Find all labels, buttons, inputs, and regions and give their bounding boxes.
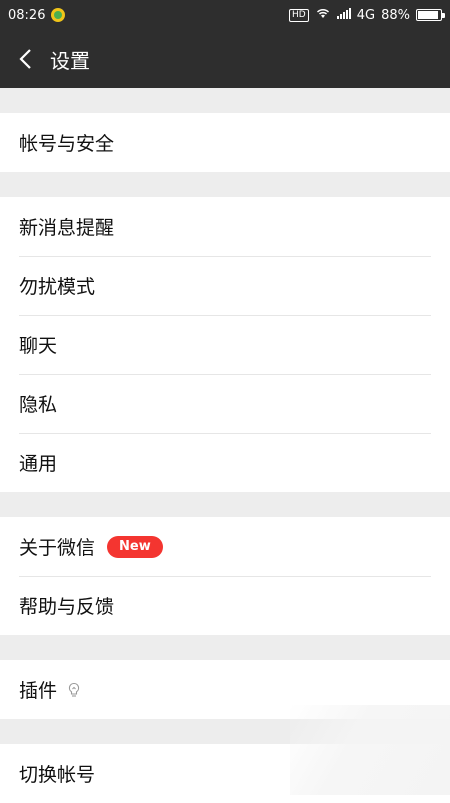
status-time: 08:26 — [8, 7, 46, 23]
do-not-disturb-item[interactable]: 勿扰模式 — [0, 256, 450, 315]
section-divider — [0, 172, 450, 197]
status-bar: 08:26 HD 4G 88% — [0, 0, 450, 30]
chat-label: 聊天 — [19, 335, 58, 357]
account-group: 帐号与安全 — [0, 113, 450, 172]
back-button[interactable] — [0, 30, 50, 88]
page-title: 设置 — [50, 48, 90, 73]
privacy-label: 隐私 — [19, 394, 58, 416]
wifi-icon — [315, 7, 331, 23]
chat-item[interactable]: 聊天 — [0, 315, 450, 374]
signal-icon — [336, 7, 351, 23]
preferences-group: 新消息提醒 勿扰模式 聊天 隐私 通用 — [0, 197, 450, 492]
about-label: 关于微信 — [19, 537, 96, 559]
general-item[interactable]: 通用 — [0, 433, 450, 492]
section-divider — [0, 492, 450, 517]
chevron-left-icon — [19, 49, 31, 69]
battery-icon — [416, 9, 445, 21]
battery-percent: 88% — [381, 7, 410, 23]
help-feedback-label: 帮助与反馈 — [19, 596, 115, 618]
switch-account-label: 切换帐号 — [19, 764, 96, 786]
nav-bar: 设置 — [0, 30, 450, 88]
section-divider — [0, 88, 450, 113]
notifications-item[interactable]: 新消息提醒 — [0, 197, 450, 256]
hd-icon: HD — [289, 8, 309, 22]
general-label: 通用 — [19, 453, 58, 475]
notifications-label: 新消息提醒 — [19, 217, 115, 239]
help-feedback-item[interactable]: 帮助与反馈 — [0, 576, 450, 635]
privacy-item[interactable]: 隐私 — [0, 374, 450, 433]
notification-icon — [51, 8, 66, 22]
lightbulb-icon — [67, 682, 81, 698]
about-item[interactable]: 关于微信 New — [0, 517, 450, 576]
about-group: 关于微信 New 帮助与反馈 — [0, 517, 450, 635]
section-divider — [0, 635, 450, 660]
account-security-item[interactable]: 帐号与安全 — [0, 113, 450, 172]
account-security-label: 帐号与安全 — [19, 133, 115, 155]
do-not-disturb-label: 勿扰模式 — [19, 276, 96, 298]
watermark-overlay — [290, 705, 450, 795]
network-type: 4G — [356, 7, 376, 23]
plugins-label: 插件 — [19, 680, 58, 702]
new-badge: New — [107, 535, 163, 558]
